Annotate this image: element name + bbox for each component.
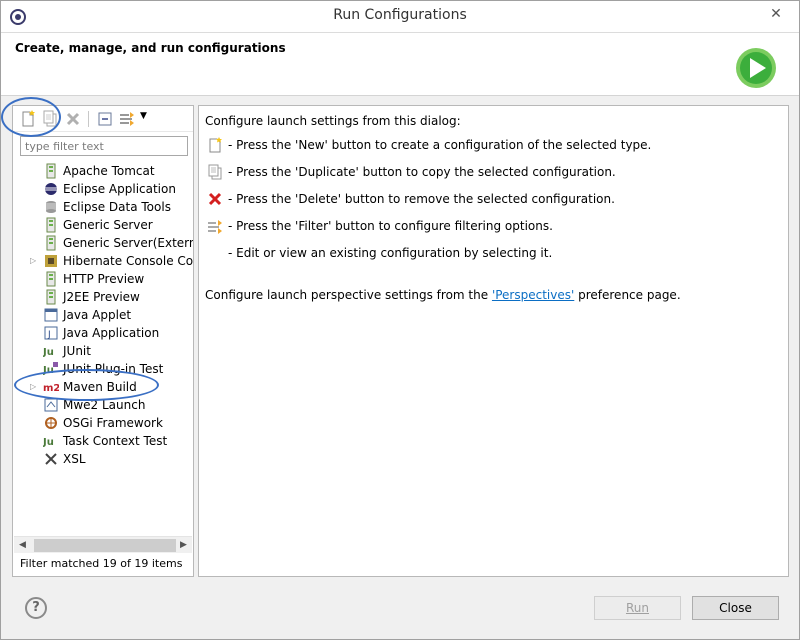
server-icon <box>46 163 56 179</box>
svg-text:Ju: Ju <box>43 347 54 358</box>
delete-icon[interactable] <box>63 109 83 129</box>
title-bar: Run Configurations ✕ <box>1 1 799 33</box>
xsl-icon <box>45 453 57 465</box>
instruction-text: - Press the 'New' button to create a con… <box>228 138 652 152</box>
eclipse-icon <box>45 183 57 195</box>
horizontal-scrollbar[interactable]: ◀ ▶ <box>14 536 192 553</box>
java-app-icon: J <box>44 326 58 340</box>
run-icon <box>736 48 776 88</box>
tree-item-generic-server[interactable]: Generic Server <box>13 216 193 234</box>
new-config-icon <box>209 137 222 153</box>
tree-item-xsl[interactable]: XSL <box>13 450 193 468</box>
tree-item-label: Generic Server <box>63 218 153 232</box>
filter-input[interactable] <box>20 136 188 156</box>
tree-item-label: Eclipse Data Tools <box>63 200 171 214</box>
tree-item-label: Apache Tomcat <box>63 164 155 178</box>
server-icon <box>46 235 56 251</box>
tree-item-hibernate-console-conf[interactable]: ▷ Hibernate Console Conf <box>13 252 193 270</box>
intro-text: Configure launch settings from this dial… <box>205 114 461 128</box>
tree-item-label: JUnit <box>63 344 91 358</box>
configuration-tree: Apache Tomcat Eclipse Application Eclipse … <box>13 160 193 530</box>
svg-text:Ju: Ju <box>43 437 54 448</box>
osgi-icon <box>45 417 57 429</box>
tree-item-java-applet[interactable]: Java Applet <box>13 306 193 324</box>
help-button[interactable]: ? <box>25 597 47 619</box>
run-configurations-dialog: Run Configurations ✕ Create, manage, and… <box>0 0 800 640</box>
tree-item-task-context-test[interactable]: Ju Task Context Test <box>13 432 193 450</box>
tree-item-osgi-framework[interactable]: OSGi Framework <box>13 414 193 432</box>
delete-icon <box>208 192 222 206</box>
scroll-thumb[interactable] <box>34 539 176 552</box>
perspectives-link[interactable]: 'Perspectives' <box>492 288 574 302</box>
banner-title: Create, manage, and run configurations <box>15 41 286 55</box>
filter-icon <box>208 220 222 234</box>
close-button[interactable]: Close <box>692 596 779 620</box>
tree-item-eclipse-application[interactable]: Eclipse Application <box>13 180 193 198</box>
tree-item-label: J2EE Preview <box>63 290 140 304</box>
server-icon <box>46 217 56 233</box>
header-banner: Create, manage, and run configurations <box>1 33 799 96</box>
perspectives-prefix: Configure launch perspective settings fr… <box>205 288 492 302</box>
filter-icon[interactable] <box>117 109 137 129</box>
toolbar-highlight-circle <box>1 97 61 137</box>
tree-item-label: Eclipse Application <box>63 182 176 196</box>
window-close-button[interactable]: ✕ <box>761 4 791 24</box>
tree-item-label: HTTP Preview <box>63 272 145 286</box>
instruction-text: - Press the 'Duplicate' button to copy t… <box>228 165 616 179</box>
scroll-left-icon[interactable]: ◀ <box>14 537 31 554</box>
tree-item-label: Java Application <box>63 326 160 340</box>
tree-item-label: XSL <box>63 452 86 466</box>
toolbar-separator <box>88 111 89 127</box>
info-panel: Configure launch settings from this dial… <box>198 105 789 577</box>
tree-item-java-application[interactable]: J Java Application <box>13 324 193 342</box>
server-icon <box>46 289 56 305</box>
instruction-text: - Press the 'Filter' button to configure… <box>228 219 553 233</box>
collapse-all-icon[interactable] <box>95 109 115 129</box>
maven-highlight-circle <box>14 369 159 401</box>
server-icon <box>46 271 56 287</box>
run-button[interactable]: Run <box>594 596 681 620</box>
tree-item-apache-tomcat[interactable]: Apache Tomcat <box>13 162 193 180</box>
junit-icon: Ju <box>43 347 54 358</box>
database-icon <box>46 201 56 213</box>
filter-status: Filter matched 19 of 19 items <box>20 557 183 570</box>
tree-item-junit[interactable]: Ju JUnit <box>13 342 193 360</box>
applet-icon <box>44 308 58 322</box>
instruction-text: - Press the 'Delete' button to remove th… <box>228 192 615 206</box>
junit-icon: Ju <box>43 437 54 448</box>
scroll-right-icon[interactable]: ▶ <box>175 537 192 554</box>
configuration-tree-panel: ▼ Apache Tomcat Eclipse Application Eclips… <box>12 105 194 577</box>
expand-arrow-icon[interactable]: ▷ <box>30 256 38 266</box>
tree-item-http-preview[interactable]: HTTP Preview <box>13 270 193 288</box>
perspectives-suffix: preference page. <box>574 288 681 302</box>
run-button-label: Run <box>625 601 649 615</box>
tree-item-label: Task Context Test <box>63 434 168 448</box>
window-title: Run Configurations <box>333 7 467 23</box>
filter-dropdown-icon[interactable]: ▼ <box>140 111 147 121</box>
tree-item-eclipse-data-tools[interactable]: Eclipse Data Tools <box>13 198 193 216</box>
tree-item-j2ee-preview[interactable]: J2EE Preview <box>13 288 193 306</box>
tree-item-label: Generic Server(External L <box>63 236 193 250</box>
perspectives-text: Configure launch perspective settings fr… <box>205 288 681 302</box>
svg-text:J: J <box>47 330 51 340</box>
hibernate-icon <box>45 255 57 267</box>
tree-item-label: OSGi Framework <box>63 416 163 430</box>
tree-item-generic-server-external-l[interactable]: Generic Server(External L <box>13 234 193 252</box>
duplicate-icon <box>208 164 222 180</box>
tree-item-label: Java Applet <box>63 308 132 322</box>
tree-item-label: Hibernate Console Conf <box>63 254 193 268</box>
instruction-text: - Edit or view an existing configuration… <box>228 246 553 260</box>
